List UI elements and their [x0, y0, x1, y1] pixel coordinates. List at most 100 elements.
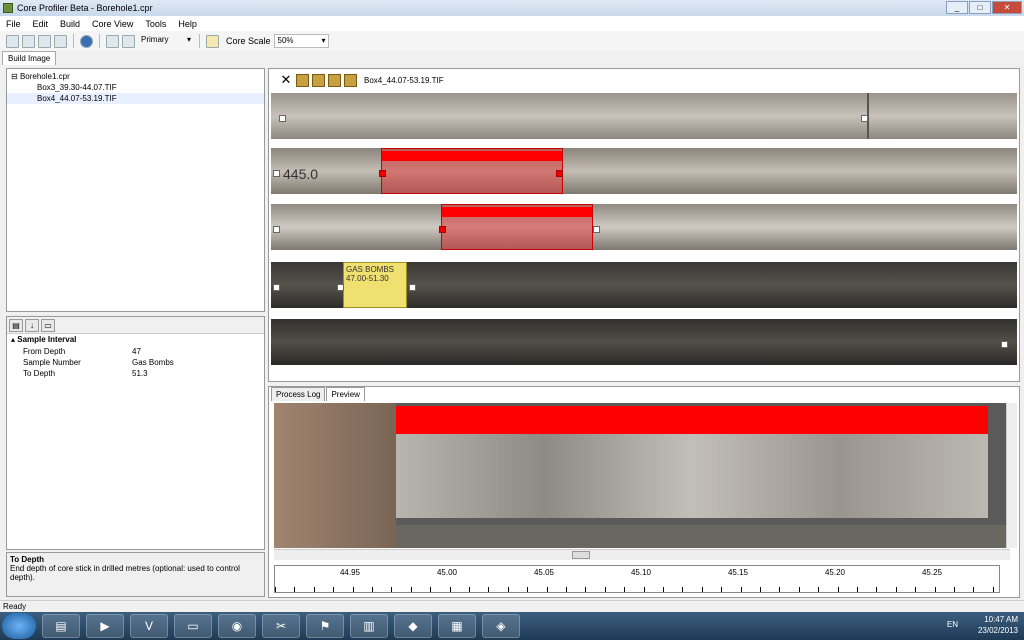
ruler-tick [469, 587, 470, 592]
box-icon[interactable] [296, 73, 309, 87]
media-player-icon[interactable]: ▶ [86, 614, 124, 638]
menu-edit[interactable]: Edit [27, 19, 55, 29]
ruler-label: 45.00 [436, 568, 458, 577]
ruler-tick [895, 587, 897, 592]
ruler-label: 45.15 [727, 568, 749, 577]
ruler-label: 45.05 [533, 568, 555, 577]
tab-preview[interactable]: Preview [326, 387, 365, 401]
close-button[interactable]: ✕ [992, 1, 1022, 14]
category-label: Sample Interval [17, 335, 77, 344]
app-icon[interactable]: ◆ [394, 614, 432, 638]
ruler-tick [663, 587, 664, 592]
box-icon[interactable] [312, 73, 325, 87]
row-handle[interactable] [279, 115, 286, 122]
ruler-tick [313, 587, 315, 592]
language-indicator[interactable]: EN [947, 620, 958, 629]
property-category[interactable]: ▴ Sample Interval [7, 334, 264, 346]
explorer-icon[interactable]: ▤ [42, 614, 80, 638]
menu-build[interactable]: Build [54, 19, 86, 29]
network-icon[interactable]: ⚑ [306, 614, 344, 638]
scrollbar-thumb[interactable] [572, 551, 590, 559]
core-profiler-icon[interactable]: ◈ [482, 614, 520, 638]
core-row[interactable] [271, 319, 1017, 365]
tab-process-log[interactable]: Process Log [271, 387, 326, 401]
categorized-icon[interactable]: ▤ [9, 318, 23, 332]
preview-image[interactable] [274, 403, 1010, 548]
chrome-icon[interactable]: ◉ [218, 614, 256, 638]
chart-app-icon[interactable]: ▥ [350, 614, 388, 638]
save-all-icon[interactable] [54, 34, 67, 48]
core-image-app-icon[interactable]: ▦ [438, 614, 476, 638]
preview-vertical-scrollbar[interactable] [1006, 403, 1017, 548]
property-value[interactable]: 47 [132, 346, 141, 357]
core-scale-select[interactable]: 50% [273, 34, 329, 48]
property-pages-icon[interactable]: ▭ [41, 318, 55, 332]
new-file-icon[interactable] [6, 34, 19, 48]
property-row[interactable]: From Depth 47 [7, 346, 264, 357]
tree-root[interactable]: ⊟ Borehole1.cpr [7, 71, 264, 82]
property-row[interactable]: Sample Number Gas Bombs [7, 357, 264, 368]
core-row[interactable] [271, 204, 1017, 250]
row-handle[interactable] [593, 226, 600, 233]
sample-interval[interactable] [441, 204, 593, 250]
page-icon[interactable] [122, 34, 135, 48]
sample-handle[interactable] [379, 170, 386, 177]
toolbar-divider [199, 34, 200, 48]
row-handle[interactable] [273, 226, 280, 233]
property-row[interactable]: To Depth 51.3 [7, 368, 264, 379]
ruler-tick [507, 587, 509, 592]
core-row[interactable]: GAS BOMBS 47.00-51.30 [271, 262, 1017, 308]
viewer-toolbar: ✕ Box4_44.07-53.19.TIF [279, 73, 444, 87]
row-handle[interactable] [273, 170, 280, 177]
menu-file[interactable]: File [0, 19, 27, 29]
tree-item[interactable]: Box3_39.30-44.07.TIF [7, 82, 264, 93]
row-handle[interactable] [409, 284, 416, 291]
sample-bar [382, 151, 562, 161]
menu-tools[interactable]: Tools [139, 19, 172, 29]
tree-item[interactable]: Box4_44.07-53.19.TIF [7, 93, 264, 104]
sample-handle[interactable] [556, 170, 563, 177]
core-row[interactable]: 445.0 [271, 148, 1017, 194]
row-handle[interactable] [273, 284, 280, 291]
minimize-button[interactable]: _ [946, 1, 968, 14]
ruler-tick [566, 587, 567, 592]
description-text: End depth of core stick in drilled metre… [10, 564, 240, 582]
help-icon[interactable] [80, 34, 93, 48]
close-image-icon[interactable]: ✕ [279, 73, 293, 87]
row-handle[interactable] [337, 284, 344, 291]
preview-horizontal-scrollbar[interactable] [274, 549, 1010, 560]
visual-studio-icon[interactable]: V [130, 614, 168, 638]
sample-handle[interactable] [439, 226, 446, 233]
core-image-viewer[interactable]: ✕ Box4_44.07-53.19.TIF 445.0 GAS BOMBS 4… [268, 68, 1020, 382]
property-value[interactable]: 51.3 [132, 368, 148, 379]
box-icon[interactable] [328, 73, 341, 87]
ruler-tick [973, 587, 975, 592]
folder-icon [206, 34, 219, 48]
tab-build-image[interactable]: Build Image [2, 51, 57, 65]
start-button[interactable] [2, 613, 36, 639]
open-folder-icon[interactable] [22, 34, 35, 48]
alphabetical-icon[interactable]: ↓ [25, 318, 39, 332]
row-handle[interactable] [1001, 341, 1008, 348]
maximize-button[interactable]: □ [969, 1, 991, 14]
mode-select[interactable]: Primary [138, 34, 193, 48]
save-icon[interactable] [38, 34, 51, 48]
ruler-tick [760, 587, 761, 592]
snipping-tool-icon[interactable]: ✂ [262, 614, 300, 638]
view-icon[interactable] [106, 34, 119, 48]
preview-core-segment [396, 525, 1010, 548]
core-row[interactable] [271, 93, 1017, 139]
ruler-tick [372, 587, 373, 592]
sample-bar [442, 207, 592, 217]
property-value[interactable]: Gas Bombs [132, 357, 174, 368]
box-icon[interactable] [344, 73, 357, 87]
terminal-icon[interactable]: ▭ [174, 614, 212, 638]
ruler-tick [837, 587, 839, 592]
row-handle[interactable] [861, 115, 868, 122]
menu-core-view[interactable]: Core View [86, 19, 139, 29]
sample-interval[interactable] [381, 148, 563, 194]
menu-help[interactable]: Help [172, 19, 203, 29]
image-filename: Box4_44.07-53.19.TIF [364, 75, 444, 85]
ruler-tick [992, 587, 994, 592]
clock[interactable]: 10:47 AM 23/02/2013 [978, 614, 1018, 636]
